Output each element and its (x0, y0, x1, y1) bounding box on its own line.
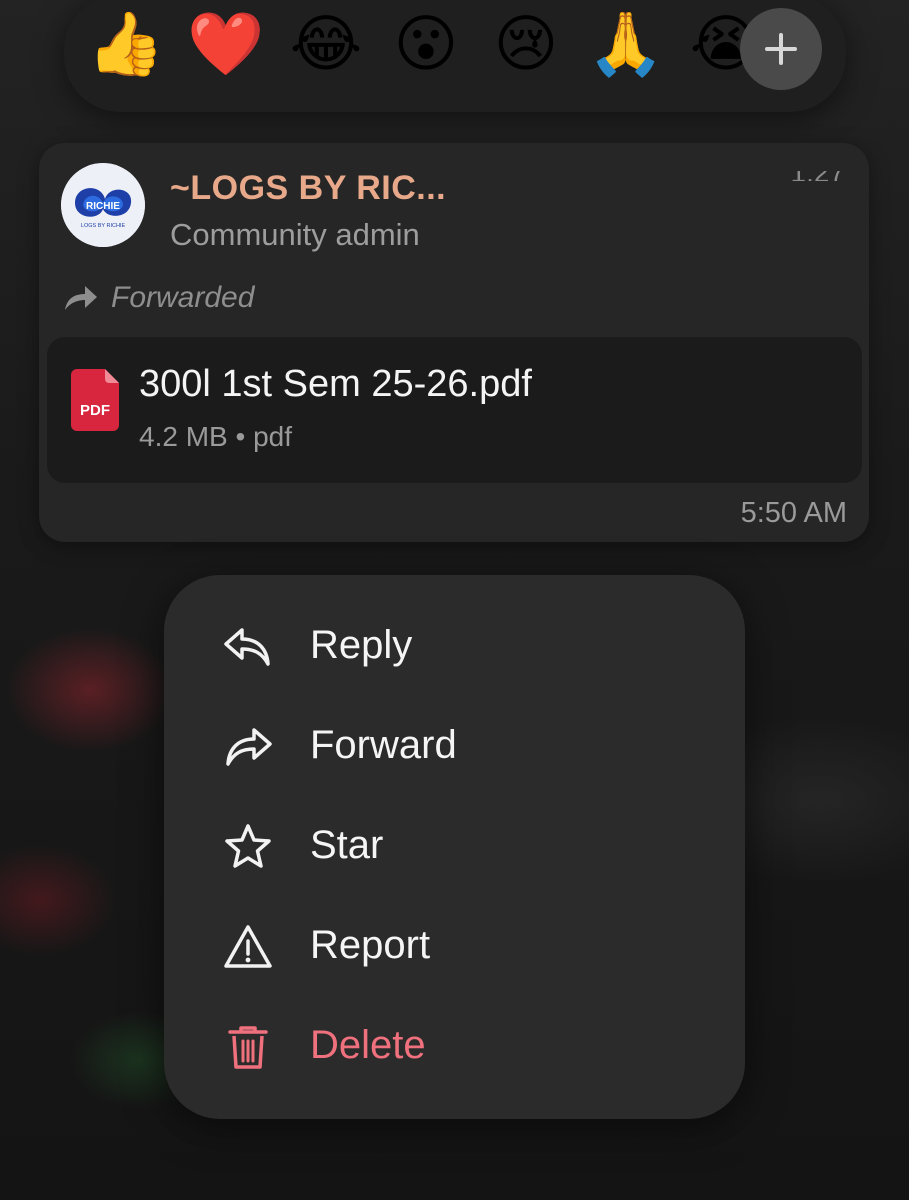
message-bubble[interactable]: RICHIE LOGS BY RICHIE ~LOGS BY RIC... Co… (39, 143, 869, 542)
tears-of-joy-reaction[interactable]: 😂 (286, 4, 366, 84)
screen: 👍 ❤️ 😂 😮 😢 🙏 😭 RICHIE LOGS BY RICHIE ~LO… (0, 0, 909, 1200)
file-name: 300l 1st Sem 25-26.pdf (139, 363, 532, 405)
forwarded-label: Forwarded (111, 281, 255, 314)
richie-logo: RICHIE LOGS BY RICHIE (61, 163, 145, 247)
menu-item-delete[interactable]: Delete (164, 1001, 745, 1091)
sender-name[interactable]: ~LOGS BY RIC... (170, 169, 446, 208)
svg-text:PDF: PDF (80, 402, 110, 419)
menu-label-report: Report (310, 923, 431, 967)
header-time-clipped: 1:27 (745, 171, 846, 181)
surprised-reaction[interactable]: 😮 (386, 4, 466, 84)
sad-reaction[interactable]: 😢 (486, 4, 566, 84)
sender-role: Community admin (170, 217, 420, 252)
forwarded-indicator: Forwarded (63, 281, 254, 315)
menu-label-star: Star (310, 823, 384, 867)
reply-icon (224, 628, 270, 666)
trash-icon (228, 1026, 268, 1069)
plus-icon (765, 33, 797, 65)
menu-item-report[interactable]: Report (164, 901, 745, 991)
message-timestamp: 5:50 AM (740, 497, 847, 529)
file-attachment[interactable]: PDF 300l 1st Sem 25-26.pdf 4.2 MB • pdf (47, 337, 862, 483)
menu-item-star[interactable]: Star (164, 801, 745, 891)
reaction-bar: 👍 ❤️ 😂 😮 😢 🙏 😭 (64, 0, 846, 112)
svg-text:RICHIE: RICHIE (86, 201, 120, 212)
warning-icon (224, 925, 272, 968)
forwarded-arrow-icon (65, 286, 97, 310)
more-reactions-button[interactable] (740, 8, 822, 90)
avatar[interactable]: RICHIE LOGS BY RICHIE (61, 163, 145, 247)
thumbs-up-reaction[interactable]: 👍 (86, 4, 166, 84)
menu-label-forward: Forward (310, 723, 457, 767)
forward-icon (226, 728, 272, 766)
menu-item-forward[interactable]: Forward (164, 701, 745, 791)
folded-hands-reaction[interactable]: 🙏 (586, 4, 666, 84)
menu-item-reply[interactable]: Reply (164, 601, 745, 691)
pdf-file-icon: PDF (71, 369, 119, 431)
star-icon (225, 824, 271, 868)
svg-text:LOGS BY RICHIE: LOGS BY RICHIE (81, 223, 126, 229)
red-heart-reaction[interactable]: ❤️ (186, 4, 266, 84)
menu-label-reply: Reply (310, 623, 413, 667)
menu-label-delete: Delete (310, 1023, 426, 1067)
context-menu: Reply Forward Star Report Delete (164, 575, 745, 1119)
file-meta: 4.2 MB • pdf (139, 421, 292, 452)
